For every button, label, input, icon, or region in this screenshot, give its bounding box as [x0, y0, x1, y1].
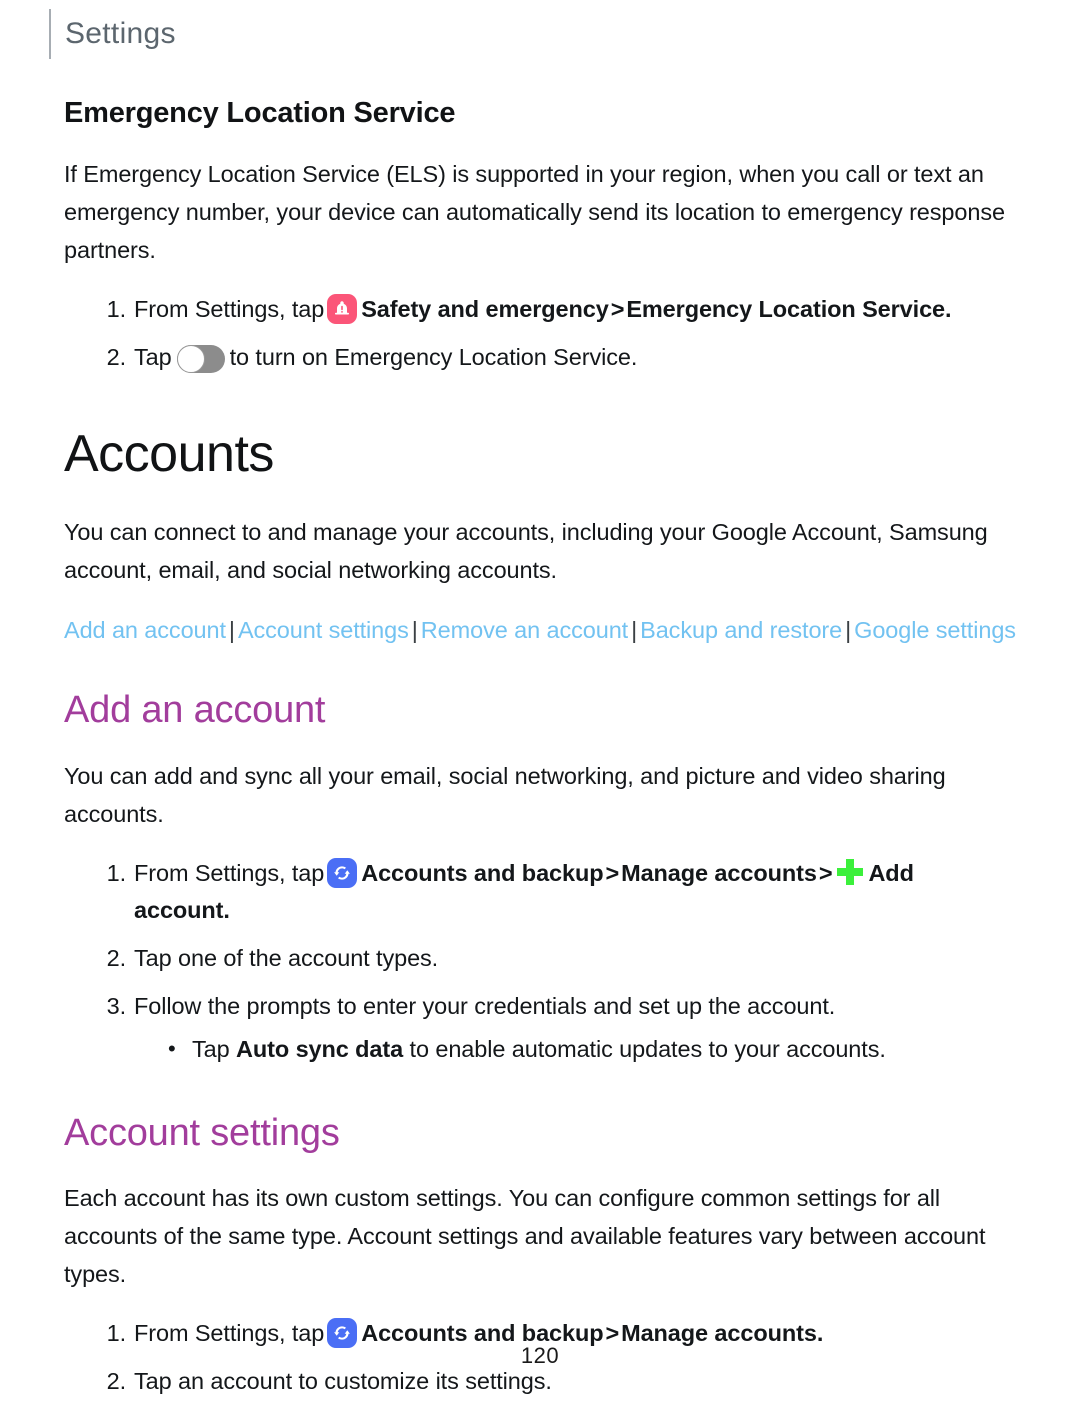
nav-link-add-an-account[interactable]: Add an account [64, 617, 226, 643]
bullet-prefix: Tap [192, 1035, 230, 1062]
nav-link-google-settings[interactable]: Google settings [854, 617, 1016, 643]
nav-separator: | [845, 616, 852, 643]
add-step1-bold1: Accounts and backup [361, 859, 604, 886]
nav-link-account-settings[interactable]: Account settings [238, 617, 409, 643]
document-content: Emergency Location Service If Emergency … [64, 96, 1016, 1411]
bullet-suffix: to enable automatic updates to your acco… [409, 1035, 886, 1062]
accounts-paragraph: You can connect to and manage your accou… [64, 518, 988, 583]
nav-separator: | [411, 616, 418, 643]
account-settings-heading: Account settings [64, 1111, 340, 1154]
toggle-switch-off-icon[interactable] [176, 344, 225, 373]
nav-separator: | [631, 616, 638, 643]
els-step2-prefix: Tap [134, 343, 172, 370]
add-step1-prefix: From Settings, tap [134, 859, 325, 886]
els-step2-suffix: to turn on Emergency Location Service. [229, 343, 638, 370]
document-header: Settings [49, 8, 176, 60]
els-step1-period: . [945, 295, 952, 322]
add-plus-icon[interactable] [837, 858, 864, 885]
add-an-account-paragraph: You can add and sync all your email, soc… [64, 762, 946, 827]
add-account-step-2: Tap one of the account types. [98, 940, 439, 977]
accounts-page-title: Accounts [64, 424, 274, 483]
els-step-2: Tap to turn on Emergency Location Service… [98, 339, 1016, 376]
safety-and-emergency-icon[interactable] [327, 293, 358, 324]
els-step1-prefix: From Settings, tap [134, 295, 325, 322]
add-step1-bold2: Manage accounts [621, 859, 817, 886]
add-step1-chevron-2: > [818, 859, 833, 886]
document-page: Settings Emergency Location Service If E… [0, 0, 1080, 1400]
add-account-steps-list: From Settings, tap Accounts and backup>Ma… [64, 855, 1016, 1068]
els-step-1: From Settings, tap Safety and emergency>E… [98, 291, 1016, 328]
els-section-heading: Emergency Location Service [64, 97, 456, 129]
add-account-step-1: From Settings, tap Accounts and backup>Ma… [98, 855, 1016, 929]
els-steps-list: From Settings, tap Safety and emergency>E… [64, 291, 1016, 376]
add-account-bullet-item: Tap Auto sync data to enable automatic u… [166, 1030, 1016, 1068]
page-number: 120 [520, 1343, 560, 1368]
accounts-nav-links: Add an account | Account settings | Remove a… [64, 611, 1016, 649]
els-step1-bold2: Emergency Location Service [626, 295, 946, 322]
nav-link-backup-and-restore[interactable]: Backup and restore [640, 617, 842, 643]
els-step1-chevron: > [610, 295, 625, 322]
add-account-step-3: Follow the prompts to enter your credent… [98, 988, 1016, 1068]
header-title: Settings [65, 17, 176, 50]
add-an-account-heading: Add an account [64, 688, 326, 731]
add-step1-chevron-1: > [605, 859, 620, 886]
add-step3-text: Follow the prompts to enter your credent… [134, 992, 836, 1019]
nav-link-remove-an-account[interactable]: Remove an account [421, 617, 628, 643]
els-paragraph: If Emergency Location Service (ELS) is s… [64, 160, 1005, 263]
add-account-bullet-list: Tap Auto sync data to enable automatic u… [134, 1030, 1016, 1068]
account-settings-paragraph: Each account has its own custom settings… [64, 1185, 986, 1288]
bullet-bold: Auto sync data [236, 1035, 404, 1062]
els-step1-bold1: Safety and emergency [361, 295, 609, 322]
nav-separator: | [228, 616, 235, 643]
toggle-knob [176, 344, 205, 373]
accounts-and-backup-icon[interactable] [327, 857, 358, 888]
